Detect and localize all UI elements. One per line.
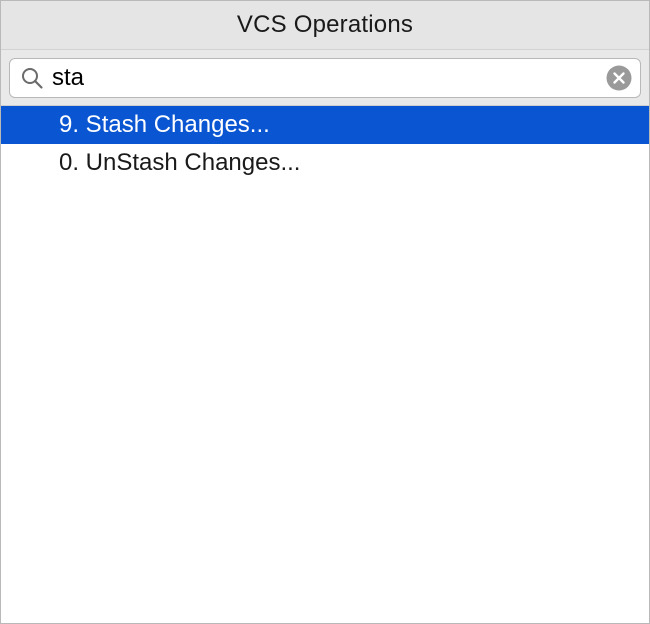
vcs-operations-popup: VCS Operations 9. Stash Changes...	[0, 0, 650, 624]
search-area	[1, 50, 649, 106]
popup-title-bar[interactable]: VCS Operations	[1, 1, 649, 50]
operations-list: 9. Stash Changes... 0. UnStash Changes..…	[1, 106, 649, 182]
list-item-unstash-changes[interactable]: 0. UnStash Changes...	[1, 144, 649, 182]
popup-title: VCS Operations	[236, 11, 414, 38]
list-item-label: 9. Stash Changes...	[59, 111, 270, 138]
search-input[interactable]	[46, 59, 606, 96]
search-field[interactable]	[9, 57, 641, 98]
search-icon	[18, 64, 46, 92]
list-item-label: 0. UnStash Changes...	[59, 149, 301, 176]
list-item-stash-changes[interactable]: 9. Stash Changes...	[1, 106, 649, 144]
clear-icon[interactable]	[606, 65, 632, 91]
